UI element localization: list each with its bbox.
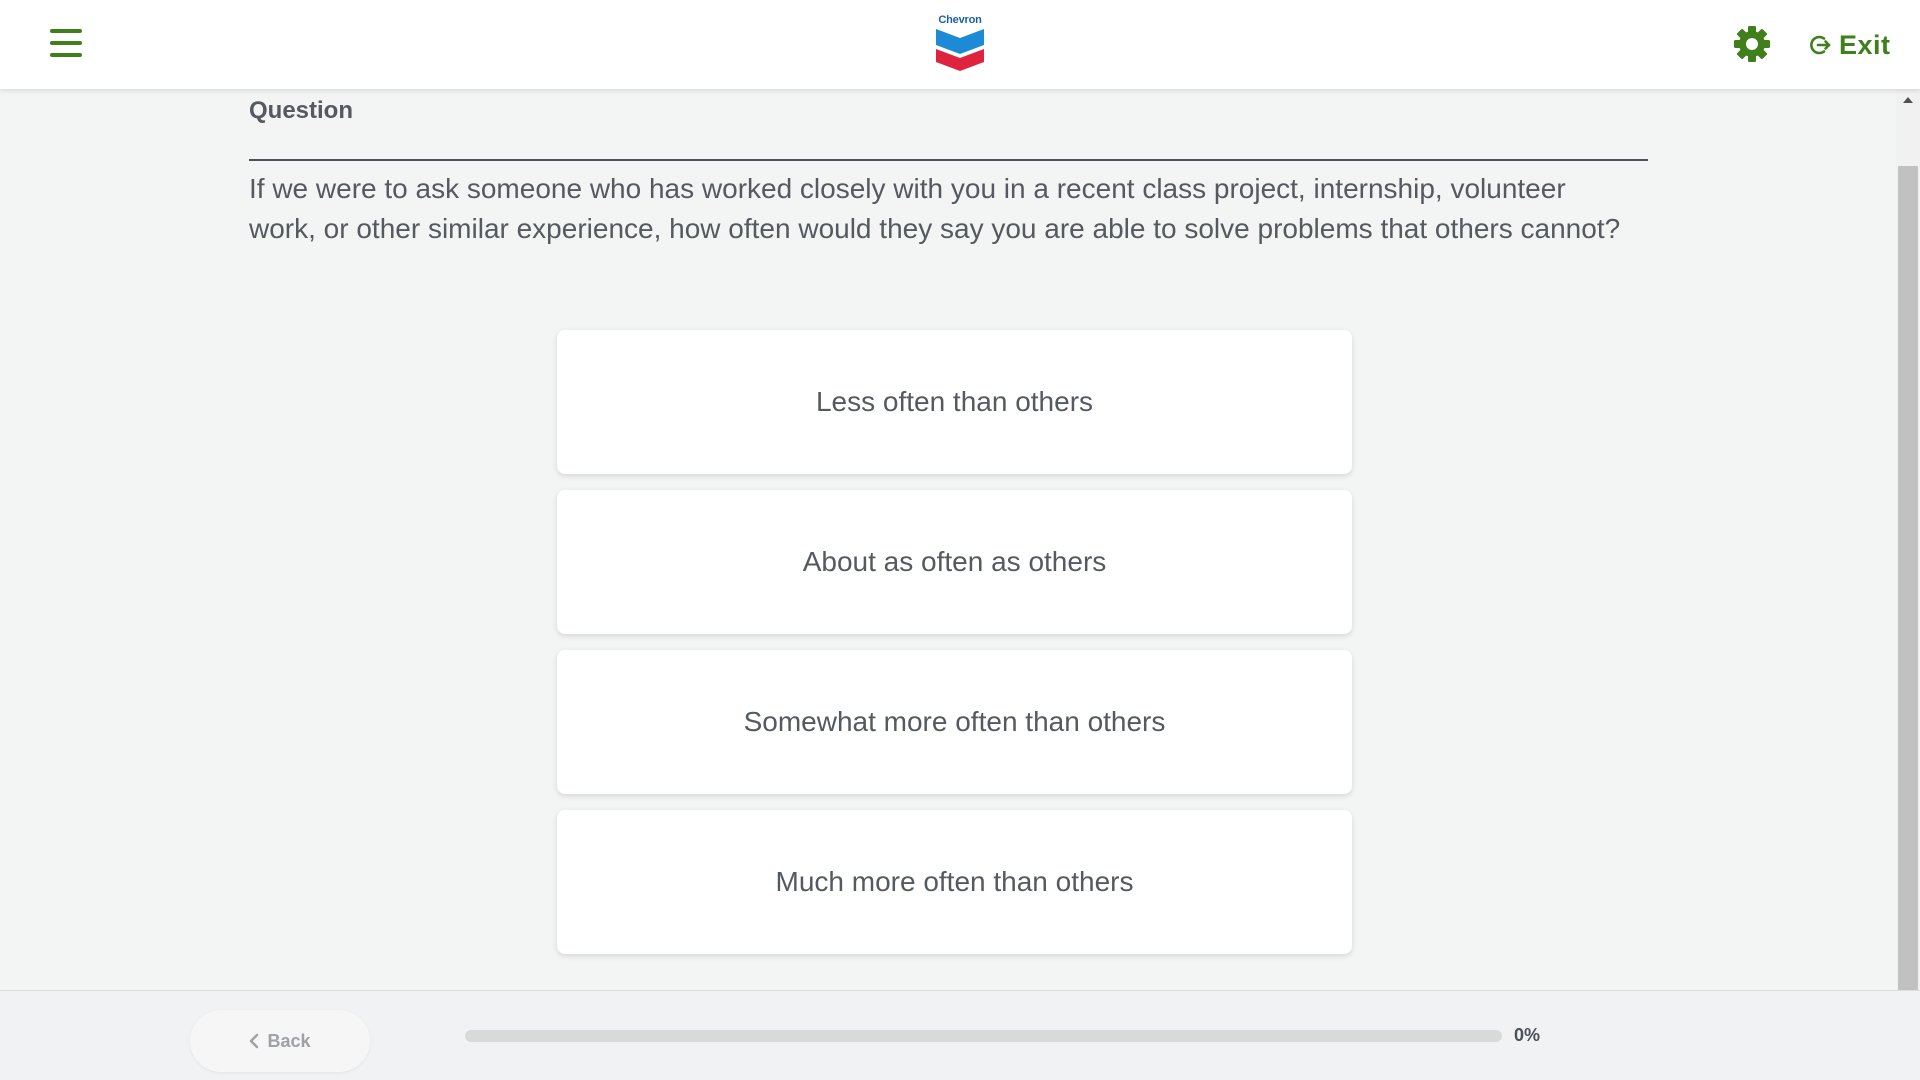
gear-icon[interactable]	[1733, 25, 1771, 63]
vertical-scrollbar[interactable]	[1896, 89, 1920, 990]
back-button[interactable]: Back	[190, 1010, 370, 1072]
chevron-logo-icon	[936, 29, 984, 71]
back-label: Back	[267, 1030, 311, 1051]
footer-bar: Back 0%	[0, 990, 1920, 1080]
scrollbar-thumb[interactable]	[1898, 166, 1918, 990]
answer-option-less-often[interactable]: Less often than others	[557, 330, 1352, 474]
answer-options: Less often than others About as often as…	[557, 330, 1352, 970]
question-text: If we were to ask someone who has worked…	[249, 173, 1621, 244]
answer-option-label: Less often than others	[815, 386, 1094, 417]
answer-option-somewhat-more-often[interactable]: Somewhat more often than others	[557, 650, 1352, 794]
exit-label: Exit	[1839, 29, 1891, 60]
question-heading: Question	[249, 97, 354, 124]
answer-option-much-more-often[interactable]: Much more often than others	[557, 810, 1352, 954]
answer-option-label: About as often as others	[802, 546, 1107, 577]
exit-button[interactable]: Exit	[1809, 28, 1891, 62]
divider	[249, 159, 1648, 161]
chevron-logo: Chevron	[932, 14, 988, 72]
progress-bar	[465, 1030, 1502, 1042]
chevron-left-icon	[250, 1033, 259, 1049]
question-panel: Question If we were to ask someone who h…	[0, 89, 1896, 990]
hamburger-menu-icon[interactable]	[46, 26, 86, 60]
exit-arrow-icon	[1810, 35, 1831, 55]
top-header: Chevron Exit	[0, 0, 1920, 89]
answer-option-label: Somewhat more often than others	[743, 706, 1166, 737]
scroll-up-arrow-icon[interactable]	[1896, 89, 1920, 111]
answer-option-label: Much more often than others	[775, 866, 1134, 897]
progress-percent: 0%	[1514, 1025, 1541, 1045]
answer-option-about-as-often[interactable]: About as often as others	[557, 490, 1352, 634]
logo-wordmark: Chevron	[938, 14, 982, 26]
